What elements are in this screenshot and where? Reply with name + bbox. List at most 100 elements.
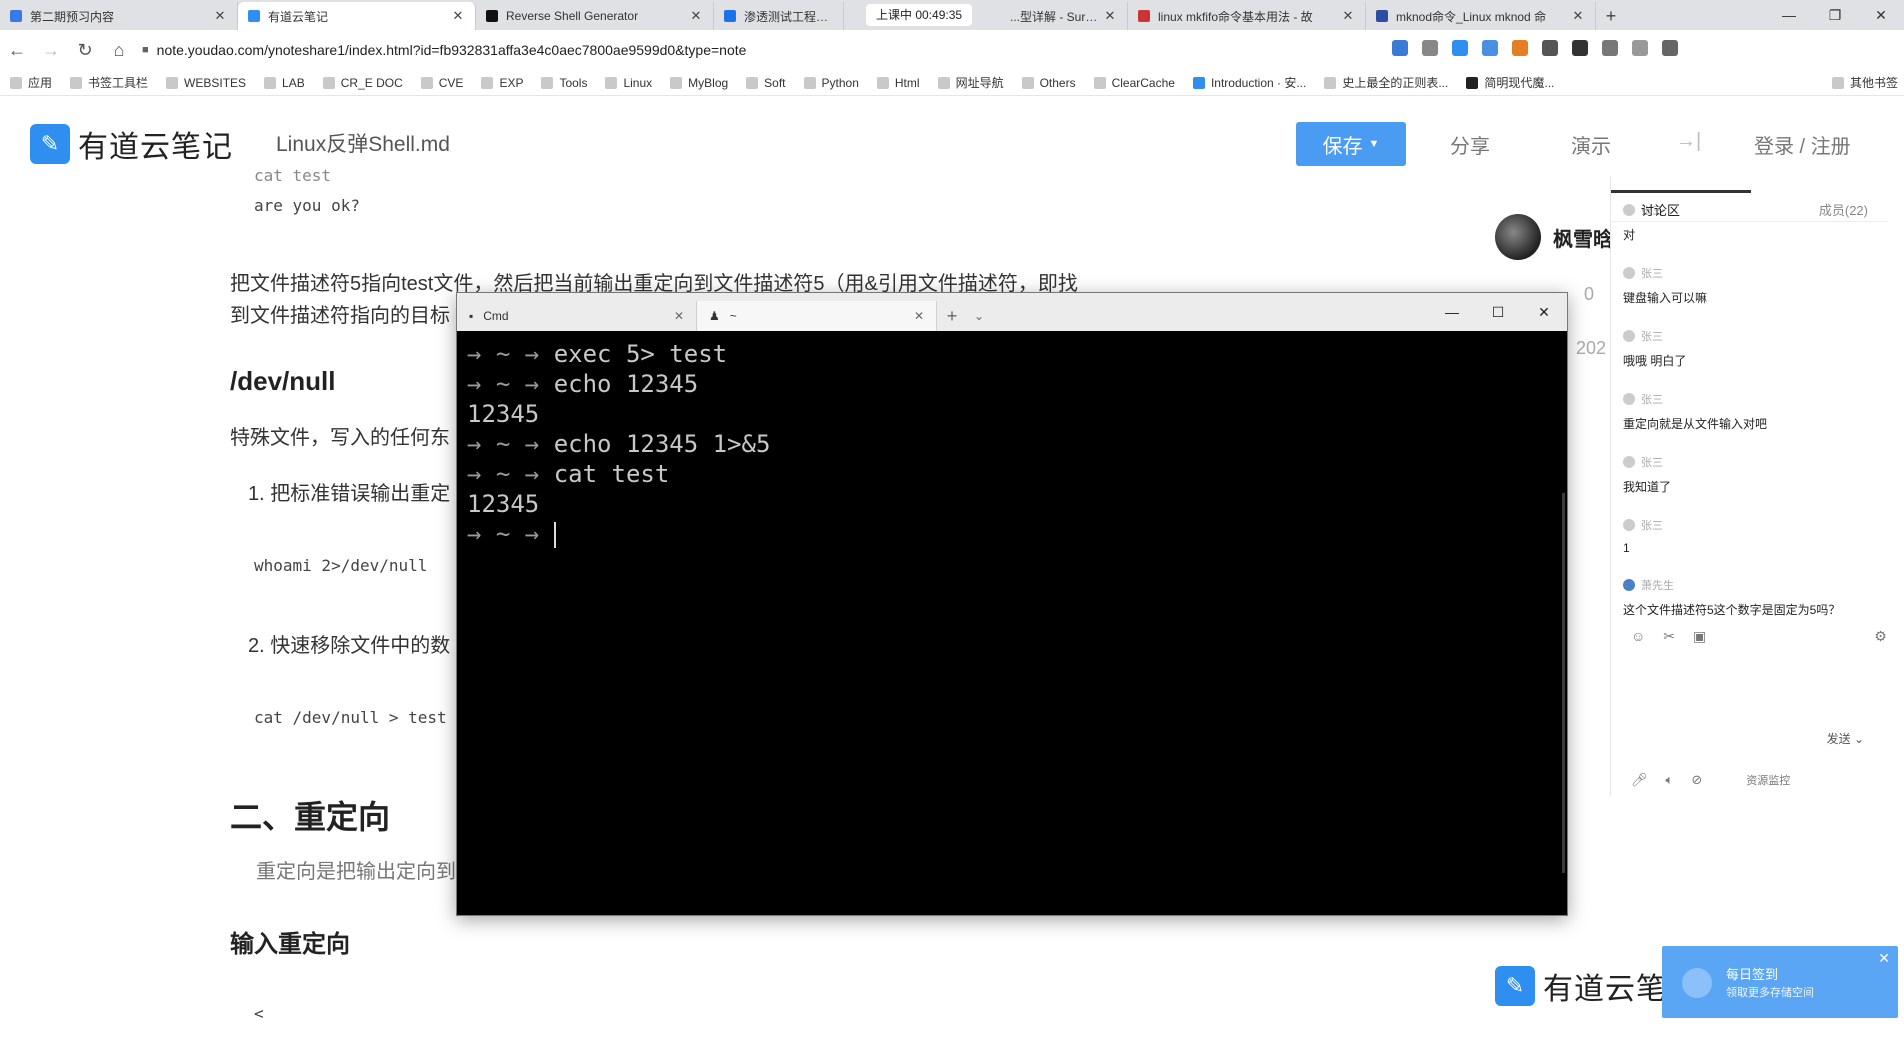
bookmark-item[interactable]: CR_E DOC — [322, 76, 403, 90]
emoji-icon[interactable]: ☺ — [1631, 628, 1645, 645]
zoom-icon[interactable] — [1392, 40, 1408, 56]
tab-close-icon[interactable]: ✕ — [213, 8, 227, 24]
bookmark-item[interactable]: CVE — [420, 76, 463, 90]
mute-icon[interactable]: ⊘ — [1691, 772, 1702, 788]
minimize-icon[interactable]: — — [1766, 0, 1812, 30]
note-title: Linux反弹Shell.md — [276, 133, 450, 156]
forward-icon[interactable]: → — [34, 40, 68, 61]
chat-message: 萧先生 这个文件描述符5这个数字是固定为5吗？ — [1623, 579, 1841, 617]
terminal-output[interactable]: → ~ → exec 5> test → ~ → echo 12345 1234… — [457, 331, 1567, 557]
browser-tab[interactable]: 第二期预习内容 ✕ — [0, 2, 238, 30]
bookmark-item[interactable]: Linux — [605, 76, 652, 90]
bookmark-item[interactable]: 简明现代魔... — [1466, 74, 1554, 91]
close-icon[interactable]: ✕ — [1521, 293, 1567, 331]
scissors-icon[interactable]: ✂ — [1663, 628, 1675, 645]
browser-tab[interactable]: ...型详解 - Surpassm✕ — [1000, 2, 1128, 30]
extension-icon[interactable] — [1602, 40, 1618, 56]
gear-icon — [1093, 76, 1106, 89]
maximize-icon[interactable]: ❐ — [1812, 0, 1858, 30]
collapse-icon[interactable]: →| — [1676, 130, 1701, 153]
terminal-tab-cmd[interactable]: ▪ Cmd ✕ — [457, 301, 697, 331]
folder-icon — [605, 76, 618, 89]
new-tab-button[interactable]: + — [1596, 2, 1626, 30]
new-terminal-tab-button[interactable]: + — [937, 301, 967, 331]
bookmarks-bar: 应用 书签工具栏 WEBSITES LAB CR_E DOC CVE EXP T… — [0, 70, 1904, 96]
browser-tab[interactable]: mknod命令_Linux mknod 命 ✕ — [1366, 2, 1596, 30]
browser-tab[interactable]: Reverse Shell Generator ✕ — [476, 2, 714, 30]
chevron-down-icon: ▼ — [1368, 138, 1380, 150]
bookmark-item[interactable]: 书签工具栏 — [70, 74, 148, 91]
minimize-icon[interactable]: — — [1429, 293, 1475, 331]
section-heading: /dev/null — [230, 366, 336, 396]
extension-icon[interactable] — [1482, 40, 1498, 56]
browser-tab[interactable]: linux mkfifo命令基本用法 - 故 ✕ — [1128, 2, 1366, 30]
checkin-toast[interactable]: 每日签到 领取更多存储空间 ✕ — [1662, 946, 1898, 1018]
bookmark-item[interactable]: Tools — [541, 76, 587, 90]
image-icon[interactable]: ▣ — [1693, 628, 1706, 645]
settings-icon[interactable]: ⚙ — [1874, 628, 1887, 645]
bookmark-item[interactable]: MyBlog — [670, 76, 728, 90]
bookmark-item[interactable]: EXP — [481, 76, 523, 90]
bookmark-item[interactable]: Soft — [746, 76, 786, 90]
login-register-link[interactable]: 登录 / 注册 — [1754, 130, 1851, 159]
bookmark-item[interactable]: WEBSITES — [166, 76, 246, 90]
bookmark-item[interactable]: ClearCache — [1093, 76, 1175, 90]
author-block[interactable]: 枫雪晗 — [1495, 214, 1613, 260]
bookmark-item[interactable]: LAB — [264, 76, 305, 90]
chat-footer: 🎤︎ 🔈︎ ⊘ 资源监控 — [1631, 772, 1790, 788]
bookmark-item[interactable]: Introduction · 安... — [1192, 74, 1306, 91]
present-button[interactable]: 演示 — [1571, 130, 1611, 159]
close-icon[interactable]: ✕ — [914, 309, 924, 323]
bookmark-item[interactable]: Python — [803, 76, 859, 90]
tab-close-icon[interactable]: ✕ — [451, 8, 465, 24]
tab-title: 第二期预习内容 — [30, 9, 115, 24]
close-icon[interactable]: ✕ — [1858, 0, 1904, 30]
extension-icon[interactable] — [1662, 40, 1678, 56]
browser-tab-active[interactable]: 有道云笔记 ✕ — [238, 2, 476, 30]
reload-icon[interactable]: ↻ — [68, 40, 102, 61]
browser-tab[interactable]: 渗透测试工程师特 — [714, 2, 844, 30]
star-icon[interactable] — [1422, 40, 1438, 56]
tab-close-icon[interactable]: ✕ — [1341, 8, 1355, 24]
bookmark-item[interactable]: 网址导航 — [937, 74, 1004, 91]
back-icon[interactable]: ← — [0, 40, 34, 61]
maximize-icon[interactable]: ☐ — [1475, 293, 1521, 331]
share-button[interactable]: 分享 — [1450, 130, 1490, 159]
extension-icon[interactable] — [1542, 40, 1558, 56]
close-icon[interactable]: ✕ — [1878, 950, 1890, 967]
tab-discussion[interactable]: 讨论区 — [1641, 200, 1680, 219]
terminal-scrollbar[interactable] — [1562, 493, 1565, 873]
bookmark-item[interactable]: Others — [1021, 76, 1076, 90]
bookmark-item[interactable]: 史上最全的正则表... — [1324, 74, 1448, 91]
url-field[interactable]: ■ note.youdao.com/ynoteshare1/index.html… — [142, 38, 1382, 62]
bookmark-item[interactable]: Html — [876, 76, 920, 90]
code-line: whoami 2>/dev/null — [254, 556, 428, 575]
speaker-icon[interactable]: 🔈︎ — [1666, 772, 1674, 788]
other-bookmarks[interactable]: 其他书签 — [1831, 74, 1898, 91]
tab-close-icon[interactable]: ✕ — [1571, 8, 1585, 24]
chevron-down-icon[interactable]: ⌄ — [967, 301, 991, 331]
resource-monitor-link[interactable]: 资源监控 — [1746, 772, 1790, 788]
tab-members[interactable]: 成员(22) — [1819, 200, 1868, 219]
apps-bookmark[interactable]: 应用 — [10, 74, 52, 91]
tab-close-icon[interactable]: ✕ — [1103, 8, 1117, 24]
chat-header: 讨论区 成员(22) — [1611, 176, 1888, 222]
extension-icon[interactable] — [1572, 40, 1588, 56]
user-icon — [1623, 579, 1635, 591]
send-button[interactable]: 发送 ⌄ — [1827, 730, 1864, 747]
terminal-window[interactable]: ▪ Cmd ✕ ♟ ~ ✕ + ⌄ — ☐ ✕ → ~ → exec 5> test →… — [456, 292, 1568, 916]
terminal-tab-linux[interactable]: ♟ ~ ✕ — [697, 301, 937, 331]
extension-icon[interactable] — [1452, 40, 1468, 56]
extension-icon[interactable] — [1512, 40, 1528, 56]
tab-title: Reverse Shell Generator — [506, 9, 639, 23]
home-icon[interactable]: ⌂ — [102, 40, 136, 61]
live-timer-badge[interactable]: 上课中 00:49:35 — [866, 4, 973, 26]
extension-icon[interactable] — [1632, 40, 1648, 56]
save-button[interactable]: 保存 ▼ — [1296, 122, 1406, 166]
tab-favicon-icon — [486, 10, 498, 22]
close-icon[interactable]: ✕ — [674, 309, 684, 323]
penguin-icon: ♟ — [709, 309, 720, 323]
brand-logo[interactable]: ✎ 有道云笔记 — [30, 122, 233, 166]
mic-icon[interactable]: 🎤︎ — [1631, 772, 1648, 788]
tab-close-icon[interactable]: ✕ — [689, 8, 703, 24]
